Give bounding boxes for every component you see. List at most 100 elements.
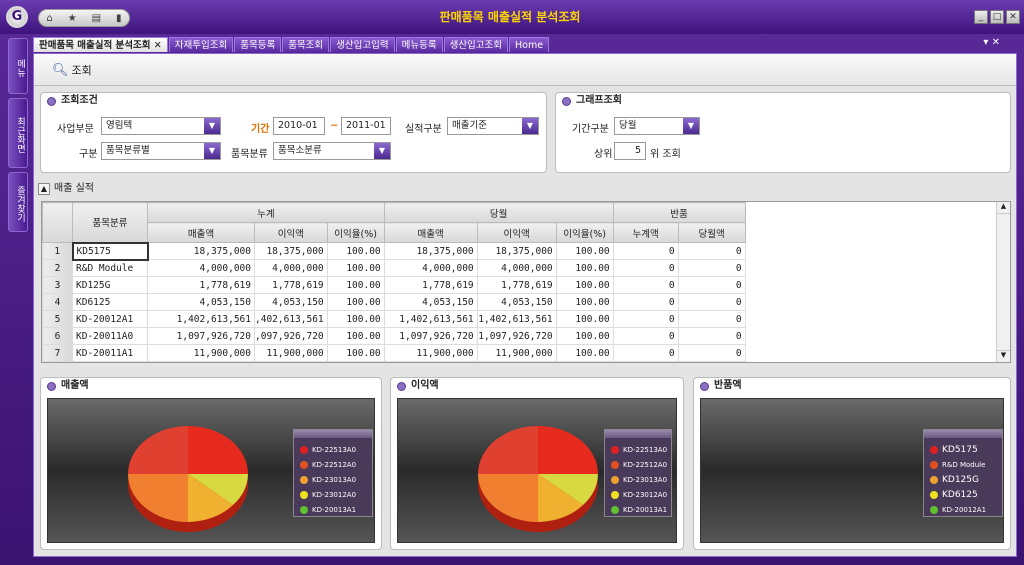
maximize-icon[interactable]: □ bbox=[990, 10, 1004, 24]
table-cell[interactable]: 0 bbox=[677, 344, 746, 362]
tab-list-icon[interactable]: ▾ ✕ bbox=[983, 37, 1000, 48]
table-cell[interactable]: 0 bbox=[677, 327, 746, 345]
table-cell[interactable]: 1,778,619 bbox=[476, 276, 557, 294]
table-cell[interactable]: 18,375,000 bbox=[147, 242, 255, 260]
table-cell[interactable]: 18,375,000 bbox=[476, 242, 557, 260]
table-cell[interactable]: 1,097,926,720 bbox=[476, 327, 557, 345]
table-cell[interactable]: 4,000,000 bbox=[254, 259, 328, 277]
table-cell[interactable]: KD6125 bbox=[72, 293, 148, 311]
table-cell[interactable]: 0 bbox=[612, 242, 679, 260]
table-cell[interactable]: 0 bbox=[612, 310, 679, 328]
table-cell[interactable]: 100.00 bbox=[326, 259, 385, 277]
table-cell[interactable]: 100.00 bbox=[326, 344, 385, 362]
side-tab-menu[interactable]: 메뉴 bbox=[8, 38, 28, 94]
table-row[interactable]: 7 KD-20011A1 11,900,000 11,900,000 100.00 11,… bbox=[42, 344, 746, 362]
table-cell[interactable]: 18,375,000 bbox=[254, 242, 328, 260]
column-header[interactable]: 당월액 bbox=[677, 222, 746, 243]
table-cell[interactable]: 100.00 bbox=[326, 276, 385, 294]
table-row[interactable]: 2 R&D Module 4,000,000 4,000,000 100.00 4,000… bbox=[42, 259, 746, 277]
table-row[interactable]: 5 KD-20012A1 1,402,613,561,402,613,561 100.… bbox=[42, 310, 746, 328]
scroll-up-icon[interactable]: ▲ bbox=[997, 202, 1010, 214]
star-icon[interactable]: ★ bbox=[68, 13, 77, 24]
division-select[interactable]: 영림텍 ▼ bbox=[101, 117, 221, 135]
table-cell[interactable]: KD-20011A0 bbox=[72, 327, 148, 345]
tab-production-input[interactable]: 생산입고입력 bbox=[330, 37, 395, 52]
table-cell[interactable]: 1,778,619 bbox=[254, 276, 328, 294]
side-tab-recent[interactable]: 최근화면 bbox=[8, 98, 28, 168]
table-cell[interactable]: KD125G bbox=[72, 276, 148, 294]
table-cell[interactable]: ,402,613,561 bbox=[254, 310, 328, 328]
type-select[interactable]: 품목분류별 ▼ bbox=[101, 142, 221, 160]
table-cell[interactable]: 100.00 bbox=[555, 259, 614, 277]
column-header[interactable]: 이익액 bbox=[254, 222, 328, 243]
table-cell[interactable]: 4,053,150 bbox=[254, 293, 328, 311]
table-cell[interactable]: KD-20012A1 bbox=[72, 310, 148, 328]
table-cell[interactable]: 1,097,926,720 bbox=[147, 327, 255, 345]
table-cell[interactable]: 11,900,000 bbox=[476, 344, 557, 362]
period-from-input[interactable]: 2010-01 bbox=[273, 117, 325, 135]
table-cell[interactable]: 11,900,000 bbox=[147, 344, 255, 362]
tab-material-input[interactable]: 자재투입조회 bbox=[168, 37, 234, 52]
table-cell[interactable]: 0 bbox=[677, 310, 746, 328]
chart-icon[interactable]: ▤ bbox=[92, 13, 101, 24]
table-cell[interactable]: 100.00 bbox=[555, 293, 614, 311]
tab-menu-register[interactable]: 메뉴등록 bbox=[395, 37, 443, 52]
tab-production-search[interactable]: 생산입고조회 bbox=[443, 37, 509, 52]
table-cell[interactable]: 100.00 bbox=[326, 242, 385, 260]
section-header[interactable]: ▲ 매출 실적 bbox=[38, 179, 94, 195]
tab-item-search[interactable]: 품목조회 bbox=[282, 37, 330, 52]
table-cell[interactable]: 100.00 bbox=[555, 344, 614, 362]
table-cell[interactable]: 100.00 bbox=[555, 276, 614, 294]
column-header[interactable]: 이익율(%) bbox=[326, 222, 385, 243]
column-header[interactable]: 누계액 bbox=[612, 222, 679, 243]
table-row[interactable]: 6 KD-20011A0 1,097,926,720,097,926,720 100.… bbox=[42, 327, 746, 345]
table-cell[interactable]: 1,402,613,561 bbox=[383, 310, 478, 328]
table-cell[interactable]: 4,053,150 bbox=[476, 293, 557, 311]
table-cell[interactable]: 11,900,000 bbox=[254, 344, 328, 362]
table-cell[interactable]: 0 bbox=[612, 293, 679, 311]
column-header[interactable]: 이익액 bbox=[476, 222, 557, 243]
perf-type-select[interactable]: 매출기준 ▼ bbox=[447, 117, 539, 135]
table-cell[interactable]: 0 bbox=[677, 259, 746, 277]
scroll-down-icon[interactable]: ▼ bbox=[997, 350, 1010, 362]
table-cell[interactable]: 0 bbox=[612, 327, 679, 345]
table-cell[interactable]: 4,053,150 bbox=[383, 293, 478, 311]
table-cell[interactable]: 11,900,000 bbox=[383, 344, 478, 362]
period-type-select[interactable]: 당월 ▼ bbox=[614, 117, 700, 135]
tab-home[interactable]: Home bbox=[509, 37, 550, 52]
tab-sales-analysis[interactable]: 판매품목 매출실적 분석조회 ✕ bbox=[33, 37, 168, 52]
period-to-input[interactable]: 2011-01 bbox=[341, 117, 391, 135]
exit-icon[interactable]: ▮ bbox=[116, 13, 122, 24]
table-cell[interactable]: 0 bbox=[677, 293, 746, 311]
table-cell[interactable]: 0 bbox=[677, 276, 746, 294]
table-cell[interactable]: 1,778,619 bbox=[383, 276, 478, 294]
table-cell[interactable]: 4,000,000 bbox=[147, 259, 255, 277]
table-cell[interactable]: 18,375,000 bbox=[383, 242, 478, 260]
vertical-scrollbar[interactable]: ▲ ▼ bbox=[996, 202, 1010, 362]
table-cell[interactable]: KD-20011A1 bbox=[72, 344, 148, 362]
table-cell[interactable]: 100.00 bbox=[555, 242, 614, 260]
item-class-select[interactable]: 품목소분류 ▼ bbox=[273, 142, 391, 160]
table-row[interactable]: 4 KD6125 4,053,150 4,053,150 100.00 4,053,150… bbox=[42, 293, 746, 311]
table-cell[interactable]: 100.00 bbox=[555, 327, 614, 345]
table-cell[interactable]: 4,053,150 bbox=[147, 293, 255, 311]
table-cell[interactable]: 100.00 bbox=[326, 293, 385, 311]
column-header[interactable]: 이익율(%) bbox=[555, 222, 614, 243]
table-cell[interactable]: 1,097,926,720 bbox=[383, 327, 478, 345]
table-cell[interactable]: ,097,926,720 bbox=[254, 327, 328, 345]
table-cell[interactable]: 0 bbox=[612, 259, 679, 277]
table-cell[interactable]: 0 bbox=[677, 242, 746, 260]
table-cell[interactable]: KD5175 bbox=[71, 241, 149, 261]
column-header[interactable]: 매출액 bbox=[383, 222, 478, 243]
search-button[interactable]: 🔍︎ 조회 bbox=[52, 62, 92, 78]
column-header[interactable]: 품목분류 bbox=[72, 202, 148, 243]
table-cell[interactable]: 1,778,619 bbox=[147, 276, 255, 294]
minimize-icon[interactable]: _ bbox=[974, 10, 988, 24]
table-cell[interactable]: 1,402,613,561 bbox=[476, 310, 557, 328]
top-count-input[interactable]: 5 bbox=[614, 142, 646, 160]
column-header[interactable]: 매출액 bbox=[147, 222, 255, 243]
table-cell[interactable]: 0 bbox=[612, 276, 679, 294]
table-cell[interactable]: R&D Module bbox=[72, 259, 148, 277]
table-cell[interactable]: 4,000,000 bbox=[476, 259, 557, 277]
side-tab-favorites[interactable]: 즐겨찾기 bbox=[8, 172, 28, 232]
